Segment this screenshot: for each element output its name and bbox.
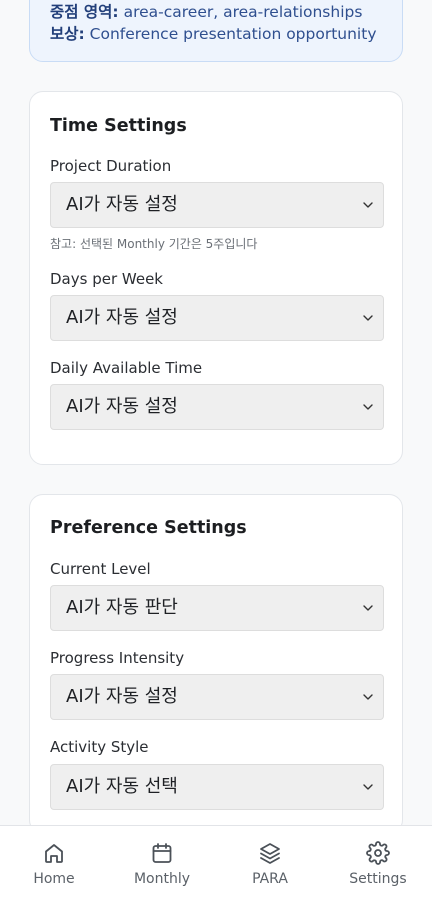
project-duration-select[interactable]: AI가 자동 설정 (50, 182, 384, 228)
reward-label: 보상: (50, 25, 85, 43)
days-per-week-select[interactable]: AI가 자동 설정 (50, 295, 384, 341)
calendar-icon (152, 843, 172, 863)
nav-home-label: Home (33, 871, 75, 887)
chevron-down-icon (363, 202, 373, 208)
progress-intensity-select[interactable]: AI가 자동 설정 (50, 674, 384, 720)
chevron-down-icon (363, 404, 373, 410)
chevron-down-icon (363, 784, 373, 790)
time-settings-card: Time Settings Project Duration AI가 자동 설정… (29, 91, 403, 465)
daily-available-time-select[interactable]: AI가 자동 설정 (50, 384, 384, 430)
nav-para[interactable]: PARA (216, 826, 324, 910)
focus-area-value: area-career, area-relationships (123, 3, 363, 21)
chevron-down-icon (363, 694, 373, 700)
focus-area-label: 중점 영역: (50, 3, 119, 21)
preference-settings-card: Preference Settings Current Level AI가 자동… (29, 494, 403, 834)
activity-style-select[interactable]: AI가 자동 선택 (50, 764, 384, 810)
nav-settings[interactable]: Settings (324, 826, 432, 910)
nav-settings-label: Settings (349, 871, 407, 887)
layers-icon (260, 843, 280, 864)
nav-monthly[interactable]: Monthly (108, 826, 216, 910)
current-level-select[interactable]: AI가 자동 판단 (50, 585, 384, 631)
preference-settings-title: Preference Settings (50, 518, 247, 538)
daily-available-time-label: Daily Available Time (50, 359, 203, 377)
time-settings-title: Time Settings (50, 116, 187, 136)
project-duration-value: AI가 자동 설정 (66, 194, 178, 215)
info-card: 중점 영역: area-career, area-relationships 보… (29, 0, 403, 62)
days-per-week-value: AI가 자동 설정 (66, 307, 178, 328)
current-level-label: Current Level (50, 560, 151, 578)
current-level-value: AI가 자동 판단 (66, 597, 178, 618)
chevron-down-icon (363, 605, 373, 611)
reward-line: 보상: Conference presentation opportunity (50, 22, 377, 44)
nav-home[interactable]: Home (0, 826, 108, 910)
page: 중점 영역: area-career, area-relationships 보… (0, 0, 432, 911)
nav-monthly-label: Monthly (133, 871, 191, 887)
daily-available-time-value: AI가 자동 설정 (66, 396, 178, 417)
bottom-nav: Home Monthly PARA Settings (0, 825, 432, 911)
focus-area-line: 중점 영역: area-career, area-relationships (50, 0, 362, 22)
home-icon (45, 844, 63, 863)
chevron-down-icon (363, 315, 373, 321)
reward-value: Conference presentation opportunity (89, 25, 377, 43)
project-duration-label: Project Duration (50, 157, 172, 175)
progress-intensity-label: Progress Intensity (50, 649, 185, 667)
duration-note: 참고: 선택된 Monthly 기간은 5주입니다 (50, 237, 258, 251)
nav-para-label: PARA (252, 871, 288, 887)
progress-intensity-value: AI가 자동 설정 (66, 686, 178, 707)
activity-style-value: AI가 자동 선택 (66, 776, 178, 797)
activity-style-label: Activity Style (50, 738, 149, 756)
days-per-week-label: Days per Week (50, 270, 163, 288)
gear-icon (366, 841, 390, 865)
